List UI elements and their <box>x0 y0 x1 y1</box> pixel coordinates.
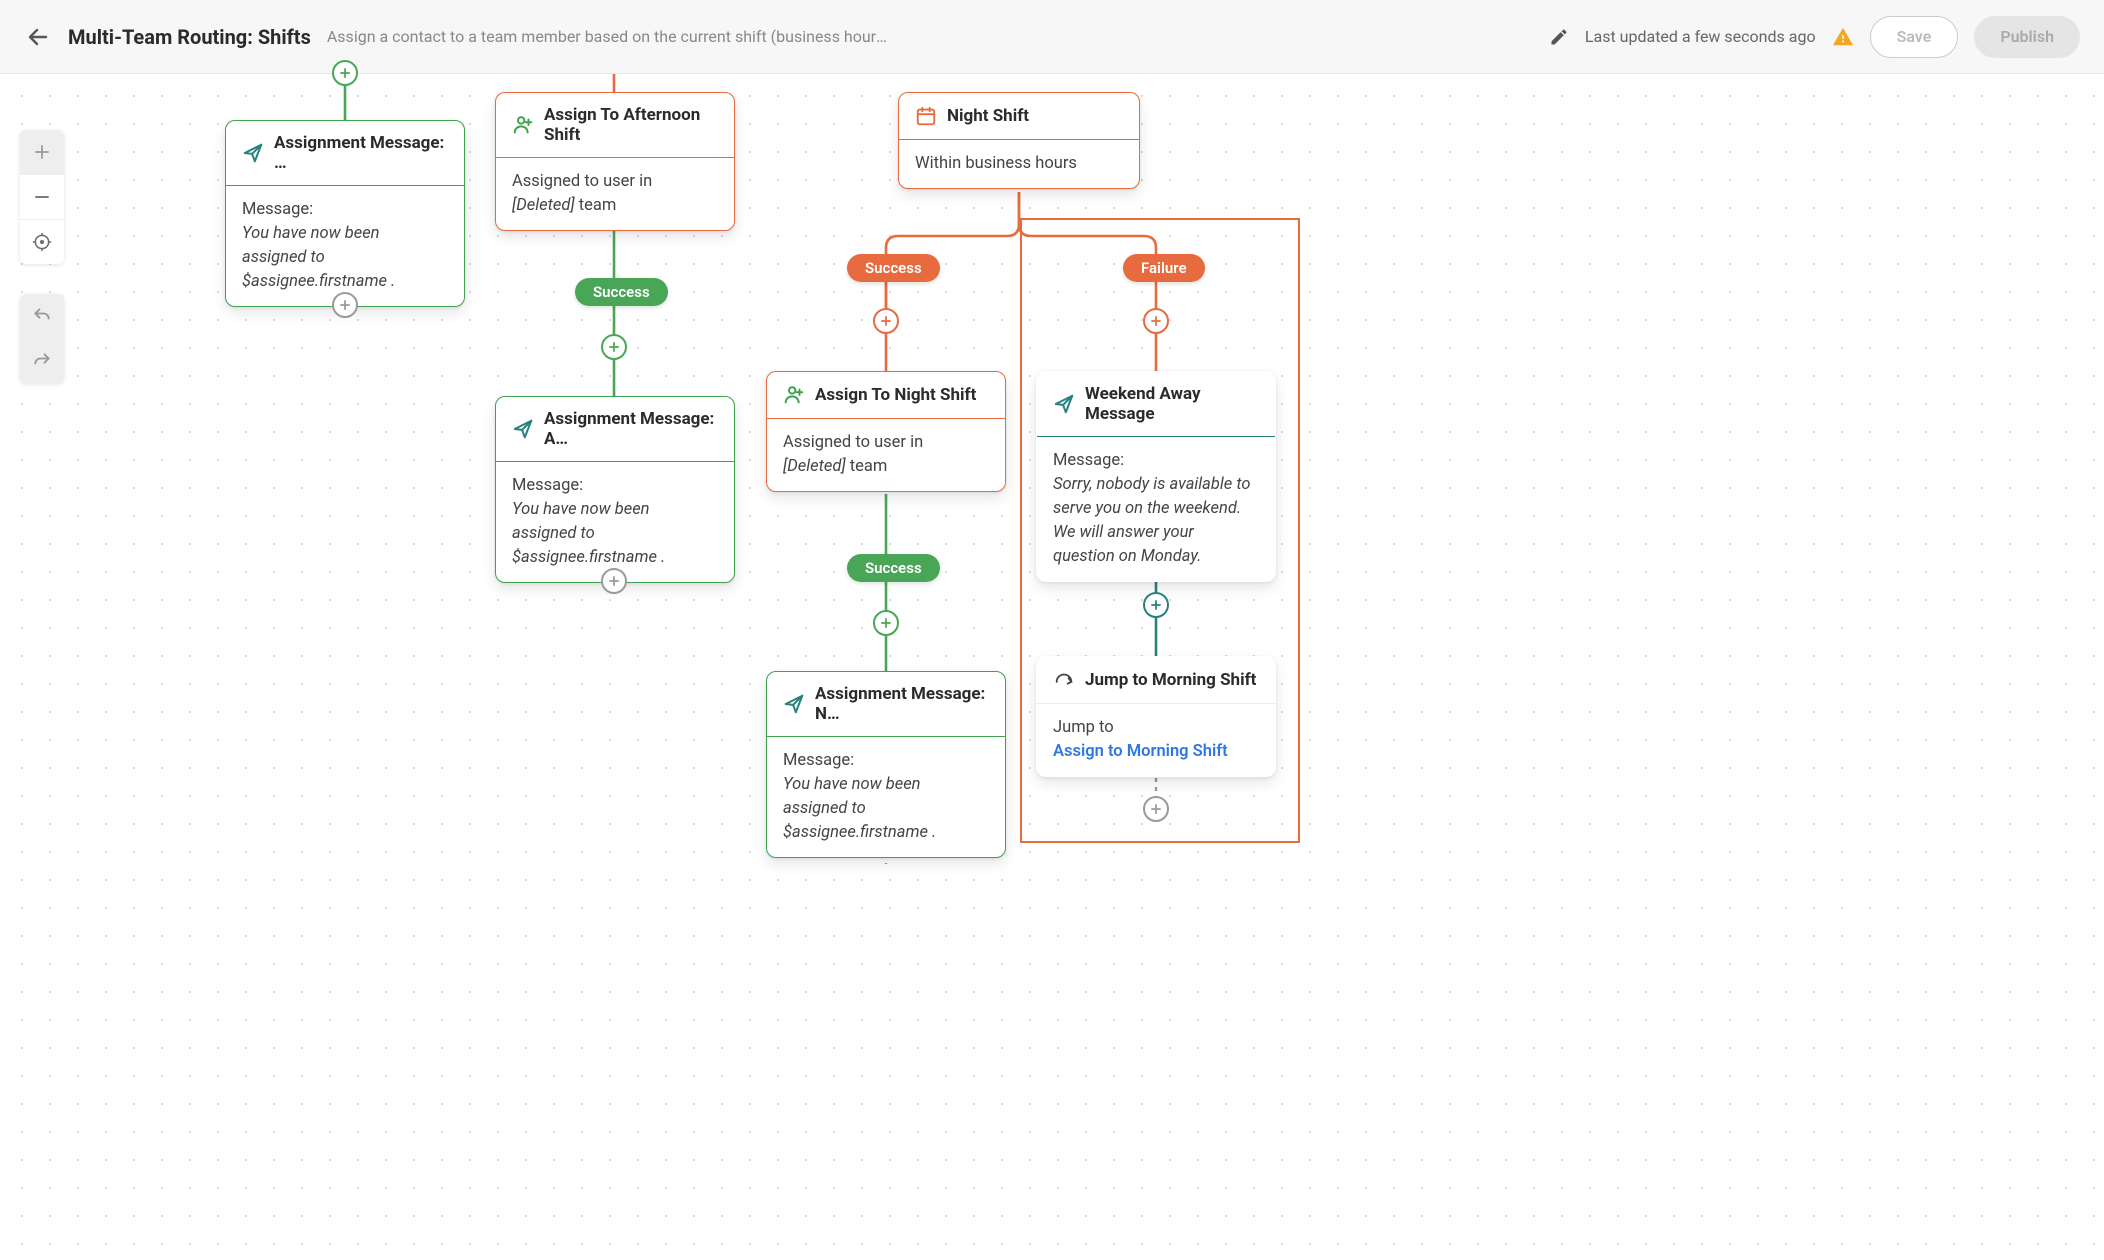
add-step-button[interactable] <box>332 60 358 86</box>
jump-target-link[interactable]: Assign to Morning Shift <box>1053 740 1259 764</box>
node-title: Assign To Afternoon Shift <box>544 105 718 145</box>
plus-icon <box>338 298 352 312</box>
workflow-canvas[interactable]: Assignment Message: … Message: You have … <box>0 74 2104 1260</box>
node-title: Night Shift <box>947 106 1029 126</box>
node-assign-night-shift[interactable]: Assign To Night Shift Assigned to user i… <box>766 371 1006 492</box>
add-step-button[interactable] <box>873 610 899 636</box>
publish-button[interactable]: Publish <box>1974 16 2080 58</box>
jump-icon <box>1053 669 1075 691</box>
page-subtitle: Assign a contact to a team member based … <box>327 27 887 46</box>
edit-button[interactable] <box>1549 27 1569 47</box>
branch-success[interactable]: Success <box>575 278 668 306</box>
message-body: Sorry, nobody is available to serve you … <box>1053 475 1251 566</box>
plus-icon <box>879 314 893 328</box>
node-assignment-message-1[interactable]: Assignment Message: … Message: You have … <box>225 120 465 307</box>
branch-success[interactable]: Success <box>847 254 940 282</box>
node-weekend-away-message[interactable]: Weekend Away Message Message: Sorry, nob… <box>1036 371 1276 582</box>
node-title: Assignment Message: N… <box>815 684 989 724</box>
plus-icon <box>1149 802 1163 816</box>
message-body: You have now been assigned to $assignee.… <box>242 224 395 291</box>
add-step-button[interactable] <box>1143 592 1169 618</box>
branch-failure[interactable]: Failure <box>1123 254 1205 282</box>
user-icon <box>512 114 534 136</box>
add-step-button[interactable] <box>873 308 899 334</box>
send-icon <box>512 418 534 440</box>
save-button[interactable]: Save <box>1870 16 1959 58</box>
user-icon <box>783 384 805 406</box>
plus-icon <box>338 66 352 80</box>
add-step-button[interactable] <box>1143 308 1169 334</box>
send-icon <box>783 693 805 715</box>
node-title: Weekend Away Message <box>1085 384 1259 424</box>
pencil-icon <box>1549 27 1569 47</box>
body-prefix: Assigned to user in <box>512 172 652 191</box>
add-step-button[interactable] <box>601 334 627 360</box>
node-assignment-message-2[interactable]: Assignment Message: A… Message: You have… <box>495 396 735 583</box>
body-suffix: team <box>846 457 888 476</box>
last-updated: Last updated a few seconds ago <box>1585 27 1816 46</box>
plus-icon <box>607 574 621 588</box>
message-label: Message: <box>783 749 989 773</box>
node-title: Assignment Message: … <box>274 133 448 173</box>
message-body: You have now been assigned to $assignee.… <box>783 775 936 842</box>
deleted-team: [Deleted] <box>783 457 846 476</box>
node-jump-morning-shift[interactable]: Jump to Morning Shift Jump to Assign to … <box>1036 656 1276 777</box>
body-suffix: team <box>575 196 617 215</box>
back-button[interactable] <box>24 23 52 51</box>
message-body: You have now been assigned to $assignee.… <box>512 500 665 567</box>
node-assign-afternoon-shift[interactable]: Assign To Afternoon Shift Assigned to us… <box>495 92 735 231</box>
message-label: Message: <box>512 474 718 498</box>
node-title: Assignment Message: A… <box>544 409 718 449</box>
send-icon <box>1053 393 1075 415</box>
header: Multi-Team Routing: Shifts Assign a cont… <box>0 0 2104 74</box>
node-title: Assign To Night Shift <box>815 385 976 405</box>
branch-success[interactable]: Success <box>847 554 940 582</box>
plus-icon <box>1149 598 1163 612</box>
node-night-shift[interactable]: Night Shift Within business hours <box>898 92 1140 189</box>
plus-icon <box>879 616 893 630</box>
calendar-icon <box>915 105 937 127</box>
page-title: Multi-Team Routing: Shifts <box>68 25 311 49</box>
node-body-text: Within business hours <box>915 154 1077 173</box>
plus-icon <box>1149 314 1163 328</box>
message-label: Message: <box>242 198 448 222</box>
add-step-button[interactable] <box>332 292 358 318</box>
send-icon <box>242 142 264 164</box>
add-step-button[interactable] <box>1143 796 1169 822</box>
plus-icon <box>607 340 621 354</box>
add-step-button[interactable] <box>601 568 627 594</box>
node-title: Jump to Morning Shift <box>1085 670 1256 690</box>
arrow-left-icon <box>26 25 50 49</box>
deleted-team: [Deleted] <box>512 196 575 215</box>
node-assignment-message-3[interactable]: Assignment Message: N… Message: You have… <box>766 671 1006 858</box>
warning-icon <box>1832 26 1854 48</box>
message-label: Message: <box>1053 449 1259 473</box>
jump-label: Jump to <box>1053 716 1259 740</box>
body-prefix: Assigned to user in <box>783 433 923 452</box>
